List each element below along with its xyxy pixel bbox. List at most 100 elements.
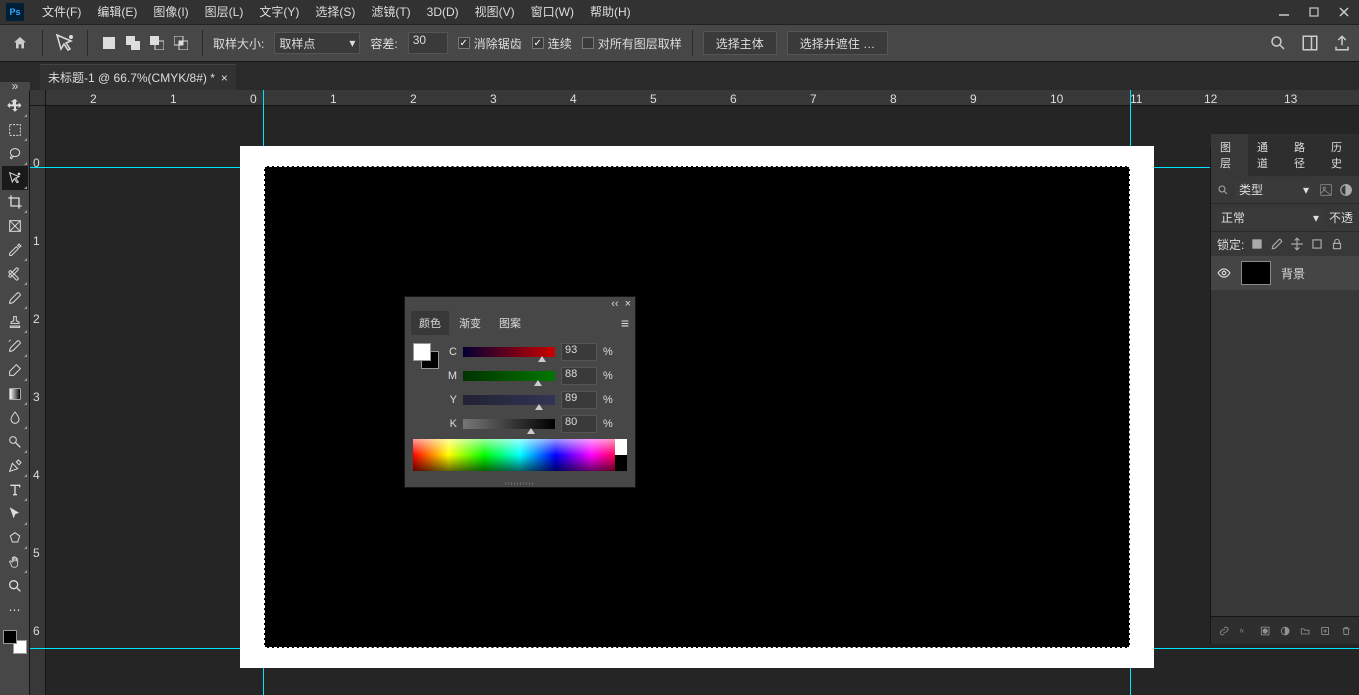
brush-tool[interactable] xyxy=(2,286,28,310)
mask-icon[interactable] xyxy=(1260,624,1270,638)
tab-channels[interactable]: 通道 xyxy=(1248,134,1285,176)
magic-wand-tool[interactable] xyxy=(2,166,28,190)
subtract-selection-icon[interactable] xyxy=(146,32,168,54)
new-selection-icon[interactable] xyxy=(98,32,120,54)
new-layer-icon[interactable] xyxy=(1320,624,1330,638)
close-button[interactable] xyxy=(1329,0,1359,24)
blur-tool[interactable] xyxy=(2,406,28,430)
lock-all-icon[interactable] xyxy=(1330,237,1344,251)
channel-value-input[interactable]: 89 xyxy=(561,391,597,409)
lock-move-icon[interactable] xyxy=(1290,237,1304,251)
move-tool[interactable] xyxy=(2,94,28,118)
channel-slider[interactable] xyxy=(463,395,555,405)
menu-layer[interactable]: 图层(L) xyxy=(197,0,252,24)
home-button[interactable] xyxy=(8,31,32,55)
canvas-area[interactable]: 21012345678910111213 0123456 xyxy=(30,90,1359,695)
search-icon[interactable] xyxy=(1269,34,1287,52)
tab-gradient[interactable]: 渐变 xyxy=(451,311,489,335)
menu-help[interactable]: 帮助(H) xyxy=(582,0,639,24)
menu-view[interactable]: 视图(V) xyxy=(467,0,523,24)
stamp-tool[interactable] xyxy=(2,310,28,334)
close-tab-icon[interactable]: × xyxy=(221,71,228,85)
link-icon[interactable] xyxy=(1219,624,1229,638)
panel-menu-icon[interactable]: ≡ xyxy=(621,315,629,331)
frame-tool[interactable] xyxy=(2,214,28,238)
layer-name[interactable]: 背景 xyxy=(1281,265,1305,282)
intersect-selection-icon[interactable] xyxy=(170,32,192,54)
tab-paths[interactable]: 路径 xyxy=(1285,134,1322,176)
channel-slider[interactable] xyxy=(463,419,555,429)
panel-swatches[interactable] xyxy=(413,343,439,369)
channel-slider[interactable] xyxy=(463,371,555,381)
share-icon[interactable] xyxy=(1333,34,1351,52)
maximize-button[interactable] xyxy=(1299,0,1329,24)
color-swatches[interactable] xyxy=(3,630,27,654)
horizontal-ruler[interactable]: 21012345678910111213 xyxy=(46,90,1359,106)
tab-color[interactable]: 颜色 xyxy=(411,311,449,335)
panel-fg-swatch[interactable] xyxy=(413,343,431,361)
close-panel-icon[interactable]: × xyxy=(625,298,631,310)
layer-filter-select[interactable]: 类型▾ xyxy=(1235,180,1313,200)
vertical-ruler[interactable]: 0123456 xyxy=(30,106,46,695)
menu-image[interactable]: 图像(I) xyxy=(145,0,196,24)
zoom-tool[interactable] xyxy=(2,574,28,598)
add-selection-icon[interactable] xyxy=(122,32,144,54)
filter-adjust-icon[interactable] xyxy=(1339,183,1353,197)
marquee-tool[interactable] xyxy=(2,118,28,142)
toolbox-expand[interactable]: » xyxy=(0,82,30,90)
white-swatch[interactable] xyxy=(615,439,627,455)
dodge-tool[interactable] xyxy=(2,430,28,454)
filter-image-icon[interactable] xyxy=(1319,183,1333,197)
eraser-tool[interactable] xyxy=(2,358,28,382)
fx-icon[interactable]: fx xyxy=(1239,624,1249,638)
workspace-icon[interactable] xyxy=(1301,34,1319,52)
menu-file[interactable]: 文件(F) xyxy=(34,0,89,24)
healing-tool[interactable] xyxy=(2,262,28,286)
collapse-icon[interactable]: ‹‹ xyxy=(611,298,618,310)
lock-pixels-icon[interactable] xyxy=(1250,237,1264,251)
path-select-tool[interactable] xyxy=(2,502,28,526)
panel-resize-grip[interactable] xyxy=(405,479,635,487)
minimize-button[interactable] xyxy=(1269,0,1299,24)
channel-value-input[interactable]: 93 xyxy=(561,343,597,361)
menu-3d[interactable]: 3D(D) xyxy=(419,0,467,24)
history-brush-tool[interactable] xyxy=(2,334,28,358)
select-and-mask-button[interactable]: 选择并遮住 … xyxy=(787,31,888,55)
tab-pattern[interactable]: 图案 xyxy=(491,311,529,335)
select-subject-button[interactable]: 选择主体 xyxy=(703,31,777,55)
document-tab[interactable]: 未标题-1 @ 66.7%(CMYK/8#) * × xyxy=(40,64,236,90)
blend-mode-select[interactable]: 正常▾ xyxy=(1217,208,1323,228)
all-layers-checkbox[interactable]: 对所有图层取样 xyxy=(582,35,682,52)
lasso-tool[interactable] xyxy=(2,142,28,166)
tolerance-input[interactable]: 30 xyxy=(408,32,448,54)
pen-tool[interactable] xyxy=(2,454,28,478)
sample-size-select[interactable]: 取样点▾ xyxy=(274,32,360,54)
layer-thumbnail[interactable] xyxy=(1241,261,1271,285)
black-swatch[interactable] xyxy=(615,455,627,471)
channel-value-input[interactable]: 88 xyxy=(561,367,597,385)
contiguous-checkbox[interactable]: 连续 xyxy=(532,35,572,52)
channel-value-input[interactable]: 80 xyxy=(561,415,597,433)
hand-tool[interactable] xyxy=(2,550,28,574)
menu-select[interactable]: 选择(S) xyxy=(307,0,363,24)
active-tool-icon[interactable] xyxy=(53,31,77,55)
trash-icon[interactable] xyxy=(1341,624,1351,638)
gradient-tool[interactable] xyxy=(2,382,28,406)
menu-edit[interactable]: 编辑(E) xyxy=(89,0,145,24)
menu-window[interactable]: 窗口(W) xyxy=(523,0,582,24)
type-tool[interactable] xyxy=(2,478,28,502)
menu-filter[interactable]: 滤镜(T) xyxy=(363,0,418,24)
menu-type[interactable]: 文字(Y) xyxy=(251,0,307,24)
crop-tool[interactable] xyxy=(2,190,28,214)
search-icon[interactable] xyxy=(1217,184,1229,196)
visibility-icon[interactable] xyxy=(1217,266,1231,280)
color-panel[interactable]: ‹‹ × 颜色 渐变 图案 ≡ C 93 %M 88 %Y 89 %K 80 % xyxy=(404,296,636,488)
eyedropper-tool[interactable] xyxy=(2,238,28,262)
layer-row-background[interactable]: 背景 xyxy=(1211,256,1359,290)
antialias-checkbox[interactable]: 消除锯齿 xyxy=(458,35,522,52)
lock-paint-icon[interactable] xyxy=(1270,237,1284,251)
tab-history[interactable]: 历史 xyxy=(1322,134,1359,176)
channel-slider[interactable] xyxy=(463,347,555,357)
lock-artboard-icon[interactable] xyxy=(1310,237,1324,251)
group-icon[interactable] xyxy=(1300,624,1310,638)
